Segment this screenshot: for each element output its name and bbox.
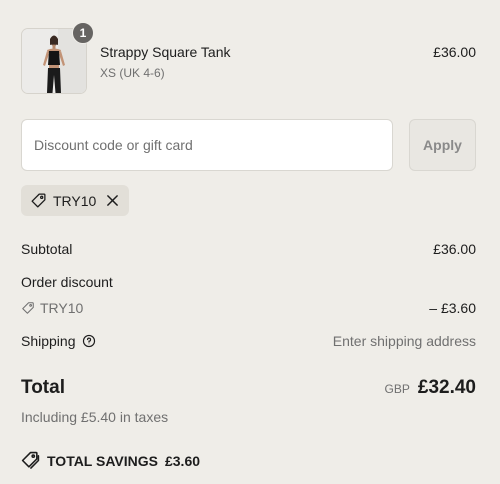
product-thumbnail-wrap: 1 [21,22,94,94]
discount-code-text: TRY10 [40,300,84,316]
discount-code-row: TRY10 – £3.60 [21,300,476,316]
subtotal-row: Subtotal £36.00 [21,241,476,257]
tag-icon [30,192,47,209]
help-circle-icon[interactable] [82,334,96,348]
product-variant: XS (UK 4-6) [100,66,165,80]
product-name: Strappy Square Tank [100,44,231,60]
order-discount-label: Order discount [21,274,113,290]
discount-value: – £3.60 [429,300,476,316]
product-price: £36.00 [433,44,476,60]
tag-icon [21,301,35,315]
discount-code-input[interactable] [21,119,393,171]
subtotal-value: £36.00 [433,241,476,257]
currency-code: GBP [384,382,410,396]
taxes-note: Including £5.40 in taxes [21,409,169,425]
shipping-row: Shipping Enter shipping address [21,333,476,349]
quantity-badge: 1 [72,22,94,44]
savings-value: £3.60 [164,452,201,469]
tags-icon [21,451,40,470]
discount-form: Apply [21,119,476,171]
order-summary: 1 Strappy Square Tank XS (UK 4-6) £36.00… [0,0,500,484]
applied-discount-chip: TRY10 [21,185,130,216]
apply-button[interactable]: Apply [409,119,476,171]
total-label: Total [21,377,65,398]
total-row: Total GBP £32.40 [21,377,476,403]
discount-code-line: TRY10 [21,300,476,316]
savings-label: TOTAL SAVINGS [47,452,158,469]
applied-code-label: TRY10 [53,192,97,209]
order-discount-row: Order discount [21,274,476,290]
total-amount-wrap: GBP £32.40 [385,377,476,399]
shipping-label: Shipping [21,333,76,349]
subtotal-label: Subtotal [21,241,73,257]
total-amount: £32.40 [417,377,476,398]
line-item: 1 Strappy Square Tank XS (UK 4-6) £36.00 [21,22,476,94]
close-icon[interactable] [106,194,119,207]
shipping-value: Enter shipping address [332,333,476,349]
total-savings: TOTAL SAVINGS £3.60 [21,451,200,470]
